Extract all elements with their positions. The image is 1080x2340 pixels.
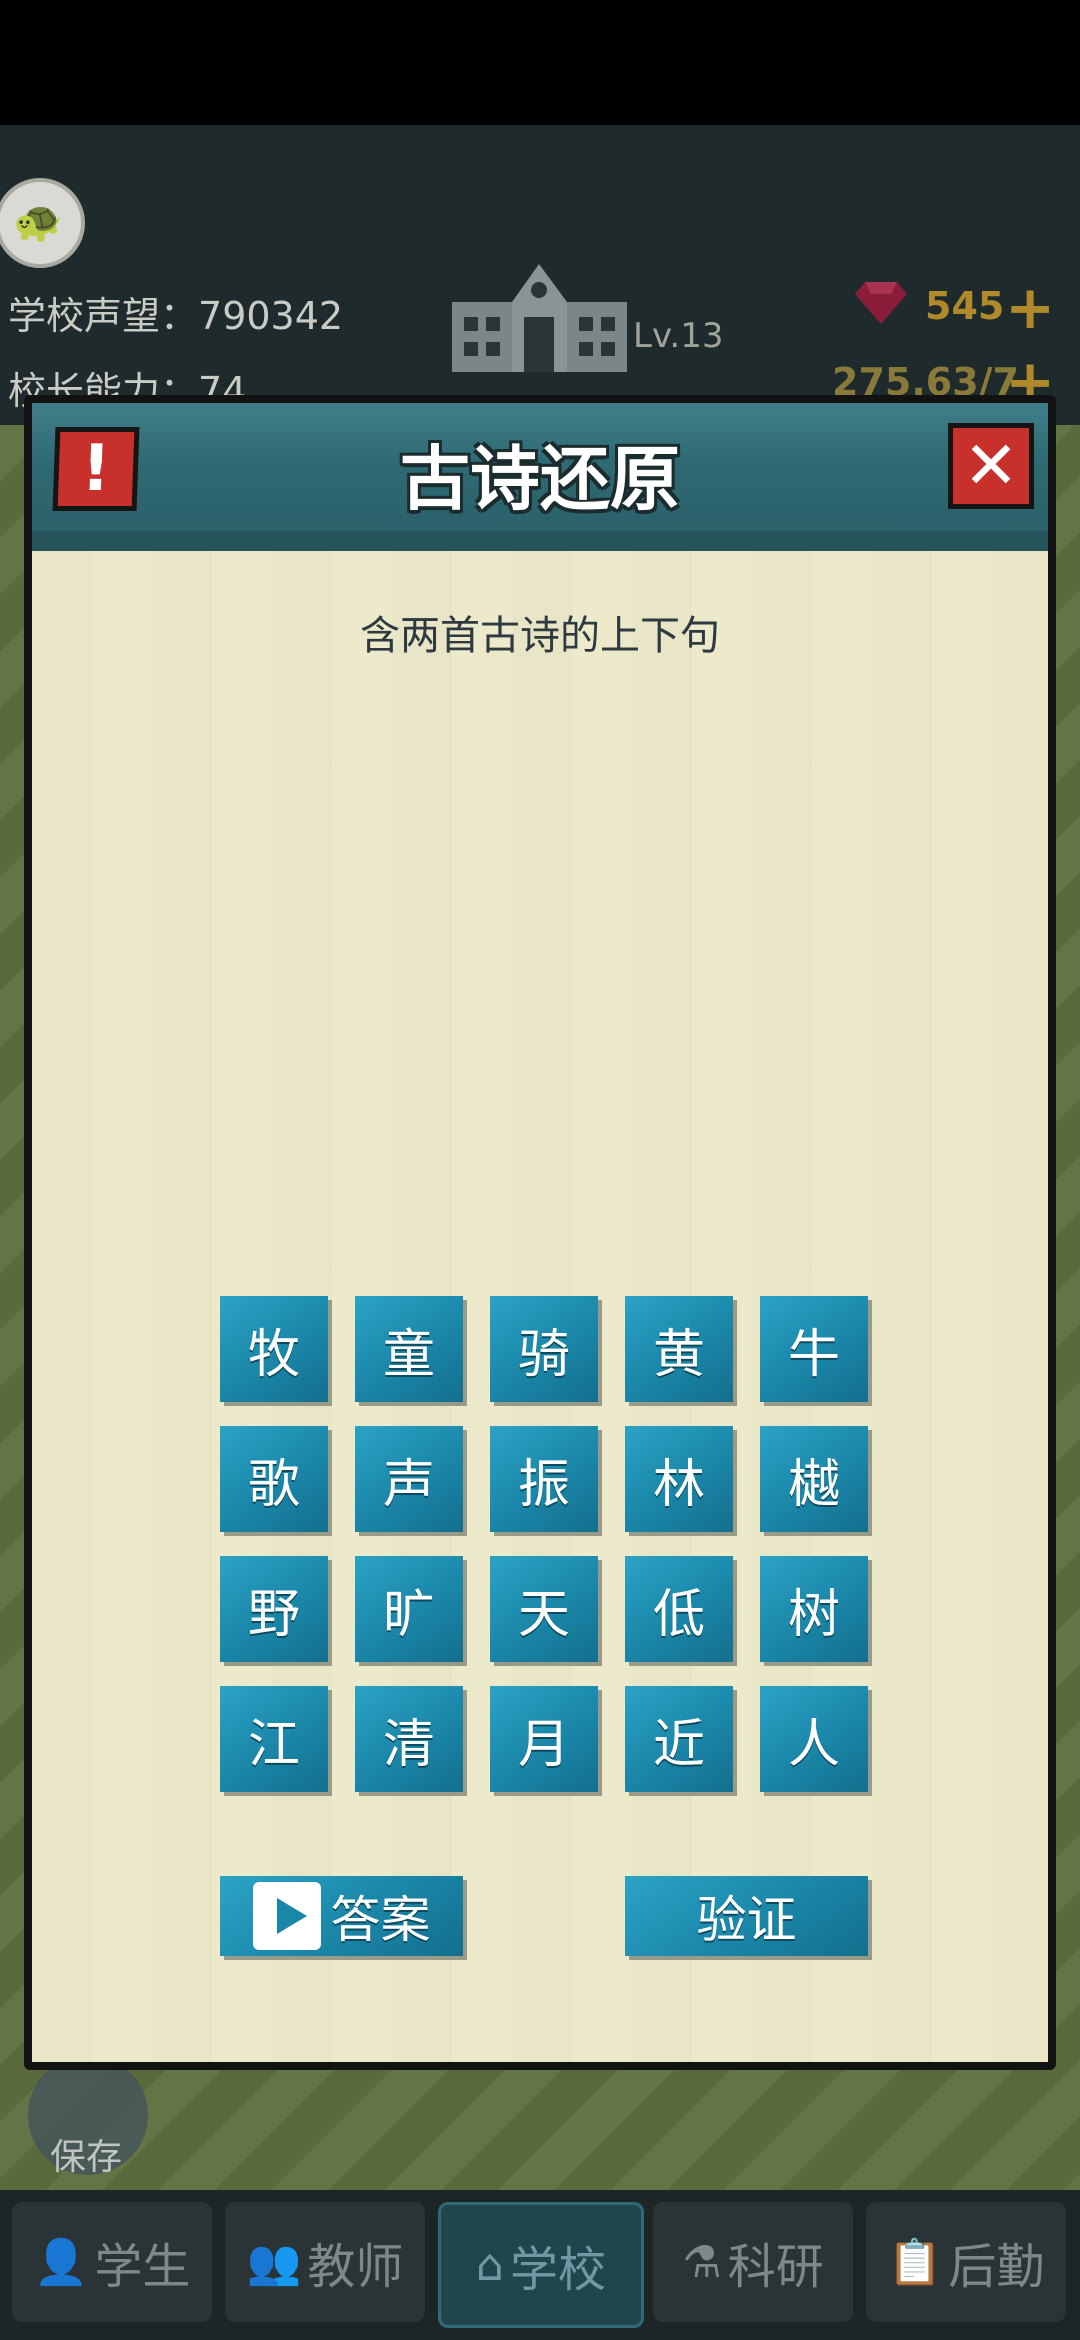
char-tile[interactable]: 牛 — [760, 1296, 868, 1402]
char-tile[interactable]: 黄 — [625, 1296, 733, 1402]
answer-label: 答案 — [330, 1891, 431, 1949]
save-label: 保存 — [50, 2137, 123, 2178]
char-tile[interactable]: 人 — [760, 1686, 868, 1792]
dialog-title: 古诗还原 — [400, 438, 680, 520]
char-tile[interactable]: 近 — [625, 1686, 733, 1792]
tab-label: 科研 — [727, 2239, 824, 2295]
char-tile[interactable]: 牧 — [220, 1296, 328, 1402]
verify-label: 验证 — [696, 1891, 797, 1949]
add-gems-button[interactable]: + — [1005, 278, 1055, 338]
tab-label: 学生 — [94, 2239, 191, 2295]
tab-research[interactable]: ⚗ 科研 — [653, 2202, 853, 2322]
char-tile[interactable]: 月 — [490, 1686, 598, 1792]
reputation-value: 790342 — [198, 294, 344, 338]
research-icon: ⚗ — [682, 2236, 722, 2288]
tab-school[interactable]: ⌂ 学校 — [438, 2202, 644, 2328]
puzzle-hint: 含两首古诗的上下句 — [360, 613, 720, 659]
help-button[interactable]: ! — [52, 427, 140, 511]
school-icon: ⌂ — [476, 2239, 504, 2291]
char-tile[interactable]: 天 — [490, 1556, 598, 1662]
tab-students[interactable]: 👤 学生 — [12, 2202, 212, 2322]
exclamation-icon: ! — [80, 432, 112, 506]
char-tile[interactable]: 歌 — [220, 1426, 328, 1532]
bottom-nav: 👤 学生 👥 教师 ⌂ 学校 ⚗ 科研 📋 后勤 — [0, 2190, 1080, 2340]
char-tile[interactable]: 樾 — [760, 1426, 868, 1532]
reputation-row: 学校声望：790342 — [8, 294, 344, 338]
dialog-body: 含两首古诗的上下句 牧 童 骑 黄 牛 歌 声 振 林 樾 野 旷 天 低 树 … — [32, 551, 1048, 2062]
poem-restore-dialog: 古诗还原 ! ✕ 含两首古诗的上下句 牧 童 骑 黄 牛 歌 声 振 林 樾 野… — [24, 395, 1056, 2070]
close-button[interactable]: ✕ — [948, 423, 1034, 509]
tab-label: 教师 — [307, 2239, 404, 2295]
teacher-icon: 👥 — [246, 2237, 302, 2288]
verify-button[interactable]: 验证 — [625, 1876, 868, 1956]
char-tile[interactable]: 旷 — [355, 1556, 463, 1662]
char-tile[interactable]: 振 — [490, 1426, 598, 1532]
char-tile[interactable]: 骑 — [490, 1296, 598, 1402]
status-bar — [0, 0, 1080, 125]
char-tile[interactable]: 声 — [355, 1426, 463, 1532]
student-icon: 👤 — [33, 2237, 89, 2288]
school-building-icon — [452, 264, 627, 372]
reputation-label: 学校声望 — [8, 294, 161, 338]
tab-label: 后勤 — [948, 2239, 1045, 2295]
char-tile[interactable]: 江 — [220, 1686, 328, 1792]
school-level: Lv.13 — [633, 316, 724, 356]
close-icon: ✕ — [963, 427, 1019, 504]
char-tile[interactable]: 野 — [220, 1556, 328, 1662]
tab-teachers[interactable]: 👥 教师 — [225, 2202, 425, 2322]
show-answer-button[interactable]: 答案 — [220, 1876, 463, 1956]
char-tile[interactable]: 林 — [625, 1426, 733, 1532]
char-tile[interactable]: 清 — [355, 1686, 463, 1792]
tab-label: 学校 — [509, 2242, 606, 2298]
video-icon — [252, 1882, 321, 1950]
dialog-header: 古诗还原 ! ✕ — [32, 403, 1048, 551]
logistics-icon: 📋 — [887, 2237, 943, 2288]
turtle-icon: 🐢 — [13, 199, 63, 245]
char-tile[interactable]: 树 — [760, 1556, 868, 1662]
tab-logistics[interactable]: 📋 后勤 — [866, 2202, 1066, 2322]
gem-icon — [855, 282, 907, 324]
char-tile[interactable]: 低 — [625, 1556, 733, 1662]
gem-count: 545 — [925, 284, 1005, 328]
char-tile[interactable]: 童 — [355, 1296, 463, 1402]
